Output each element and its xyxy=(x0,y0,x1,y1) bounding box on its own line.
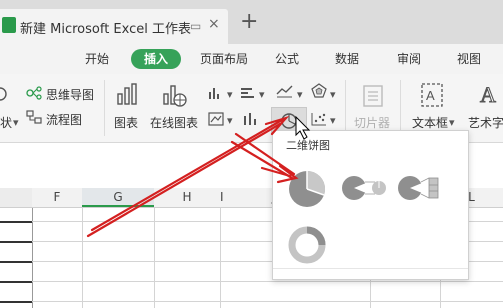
mouse-cursor-icon xyxy=(295,115,311,140)
annotation-arrow xyxy=(230,140,294,180)
annotation-overlay xyxy=(86,115,311,238)
annotation-arrow xyxy=(90,118,284,232)
annotation-arrow xyxy=(86,122,282,238)
